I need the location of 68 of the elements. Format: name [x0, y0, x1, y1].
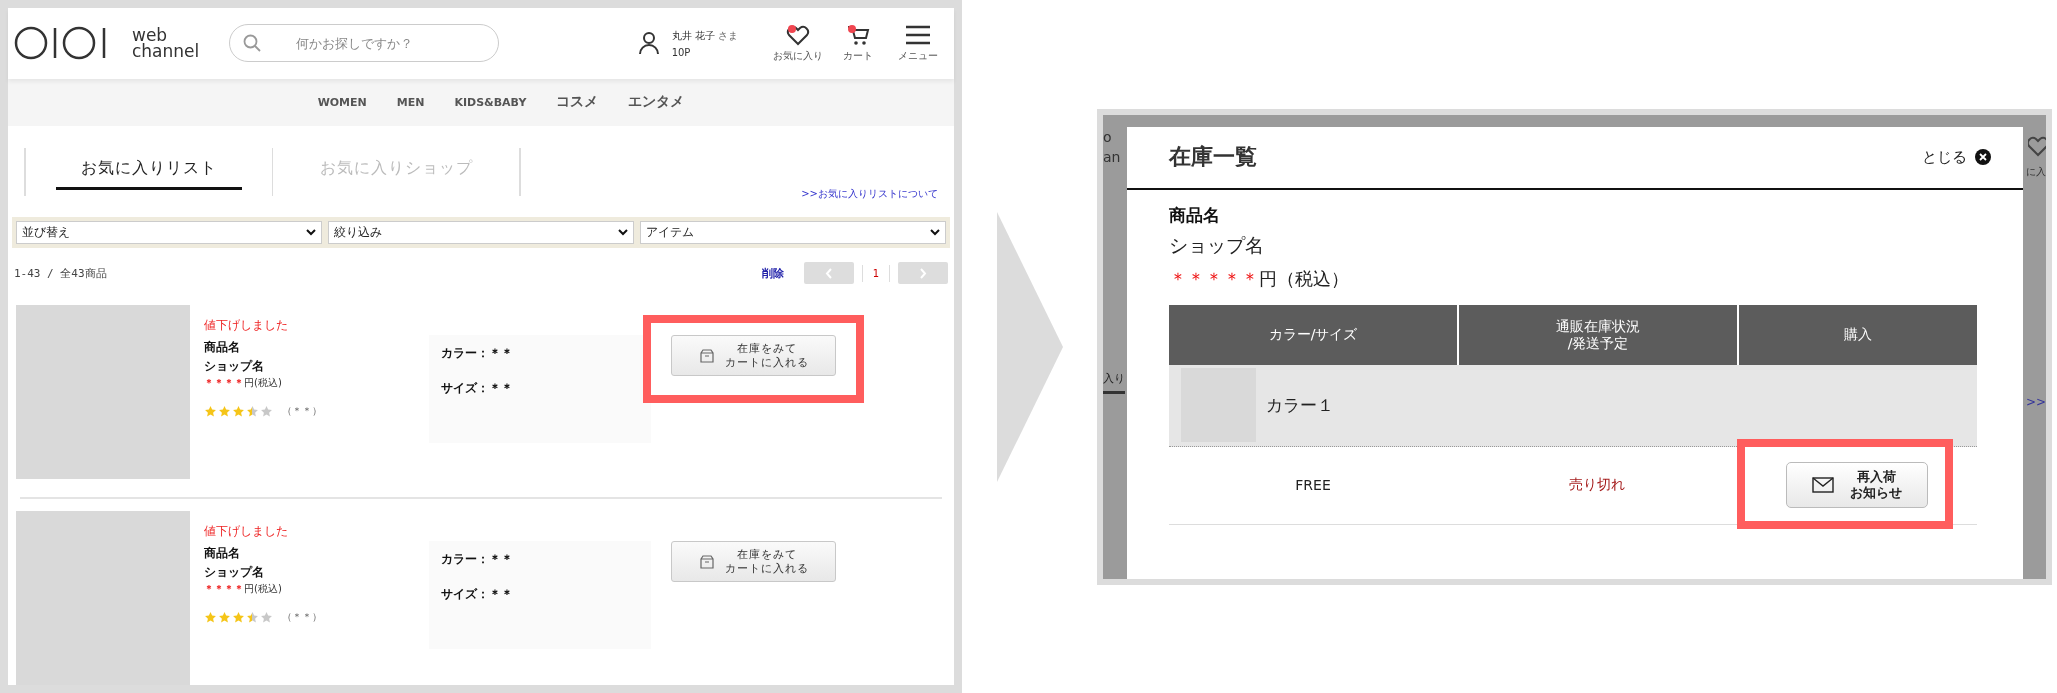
- product-image[interactable]: [16, 511, 190, 685]
- menu-button[interactable]: メニュー: [888, 23, 948, 63]
- box-icon: [698, 553, 715, 570]
- chevron-down-icon: [306, 228, 316, 236]
- product-price: ＊＊＊＊円(税込): [204, 376, 283, 391]
- about-link[interactable]: >>お気に入りリストについて: [801, 186, 938, 201]
- logo-fragment: o an: [1103, 127, 1121, 167]
- link-fragment: >>: [2025, 394, 2046, 409]
- search-field[interactable]: 何かお探しですか？: [229, 24, 500, 63]
- shop-name: ショップ名: [204, 564, 265, 581]
- filter-select[interactable]: アイテム: [640, 220, 946, 244]
- list-tab[interactable]: お気に入りリスト: [55, 157, 242, 190]
- add-to-cart-button[interactable]: 在庫をみて カートに入れる: [671, 335, 836, 377]
- option-text: カラー：＊＊: [441, 345, 514, 363]
- box-icon: [698, 347, 715, 364]
- nav-link[interactable]: エンタメ: [628, 93, 685, 112]
- mail-icon: [1812, 477, 1834, 493]
- review-count: （＊＊）: [282, 610, 322, 624]
- product-price: ＊＊＊＊＊円（税込）: [1169, 266, 1350, 291]
- arrow-icon: [996, 211, 1063, 482]
- result-count: 1-43 / 全43商品: [14, 265, 107, 281]
- nav-link[interactable]: KIDS&BABY: [454, 95, 527, 109]
- nav-link[interactable]: コスメ: [556, 93, 599, 112]
- option-text: カラー：＊＊: [441, 551, 514, 568]
- price-drop-notice: 値下げしました: [204, 523, 289, 540]
- page-number[interactable]: 1: [861, 264, 890, 282]
- heart-icon: [786, 23, 810, 46]
- color-label: カラー１: [1266, 393, 1334, 417]
- chevron-right-icon: [919, 267, 927, 279]
- search-icon: [243, 34, 262, 53]
- product-image[interactable]: [16, 305, 190, 480]
- user-name: 丸井 花子 さま: [671, 28, 738, 43]
- stock-status: 売り切れ: [1568, 476, 1626, 494]
- previous-button[interactable]: [803, 262, 854, 285]
- add-to-cart-button[interactable]: 在庫をみて カートに入れる: [671, 541, 836, 582]
- chevron-left-icon: [825, 267, 833, 279]
- heart-button[interactable]: お気に入り: [768, 23, 828, 63]
- price-drop-notice: 値下げしました: [204, 317, 289, 335]
- close-button[interactable]: とじる: [1916, 146, 1997, 168]
- filter-select[interactable]: 絞り込み: [328, 220, 634, 244]
- icon-label-fragment: に入: [2026, 164, 2046, 179]
- product-price: ＊＊＊＊円(税込): [204, 582, 283, 596]
- product-name[interactable]: 商品名: [204, 339, 429, 357]
- delete-link[interactable]: 削除: [761, 265, 784, 281]
- heart-icon: [2028, 134, 2046, 157]
- cart-button[interactable]: カート: [828, 23, 888, 63]
- chevron-down-icon: [618, 228, 628, 236]
- logo-text: web channel: [132, 27, 200, 60]
- product-name: 商品名: [1169, 203, 1221, 227]
- next-button[interactable]: [898, 262, 948, 285]
- size-cell-text: FREE: [1294, 477, 1332, 493]
- option-text: サイズ：＊＊: [441, 586, 514, 603]
- option-text: サイズ：＊＊: [441, 380, 514, 398]
- user-points: 10P: [671, 46, 692, 58]
- close-icon: [1975, 149, 1991, 165]
- chevron-down-icon: [930, 228, 940, 236]
- column-header: カラー/サイズ: [1267, 325, 1359, 344]
- restock-notify-button[interactable]: 再入荷 お知らせ: [1786, 462, 1928, 508]
- filter-select[interactable]: 並び替え: [16, 220, 322, 244]
- review-count: （＊＊）: [282, 404, 322, 419]
- nav-link[interactable]: MEN: [396, 95, 425, 109]
- menu-icon: [904, 23, 932, 46]
- shop-name: ショップ名: [1169, 232, 1265, 258]
- product-name[interactable]: 商品名: [204, 545, 429, 562]
- modal-title: 在庫一覧: [1169, 142, 1257, 171]
- shop-name: ショップ名: [204, 358, 265, 376]
- nav-link[interactable]: WOMEN: [317, 95, 367, 109]
- user-icon[interactable]: [637, 31, 660, 56]
